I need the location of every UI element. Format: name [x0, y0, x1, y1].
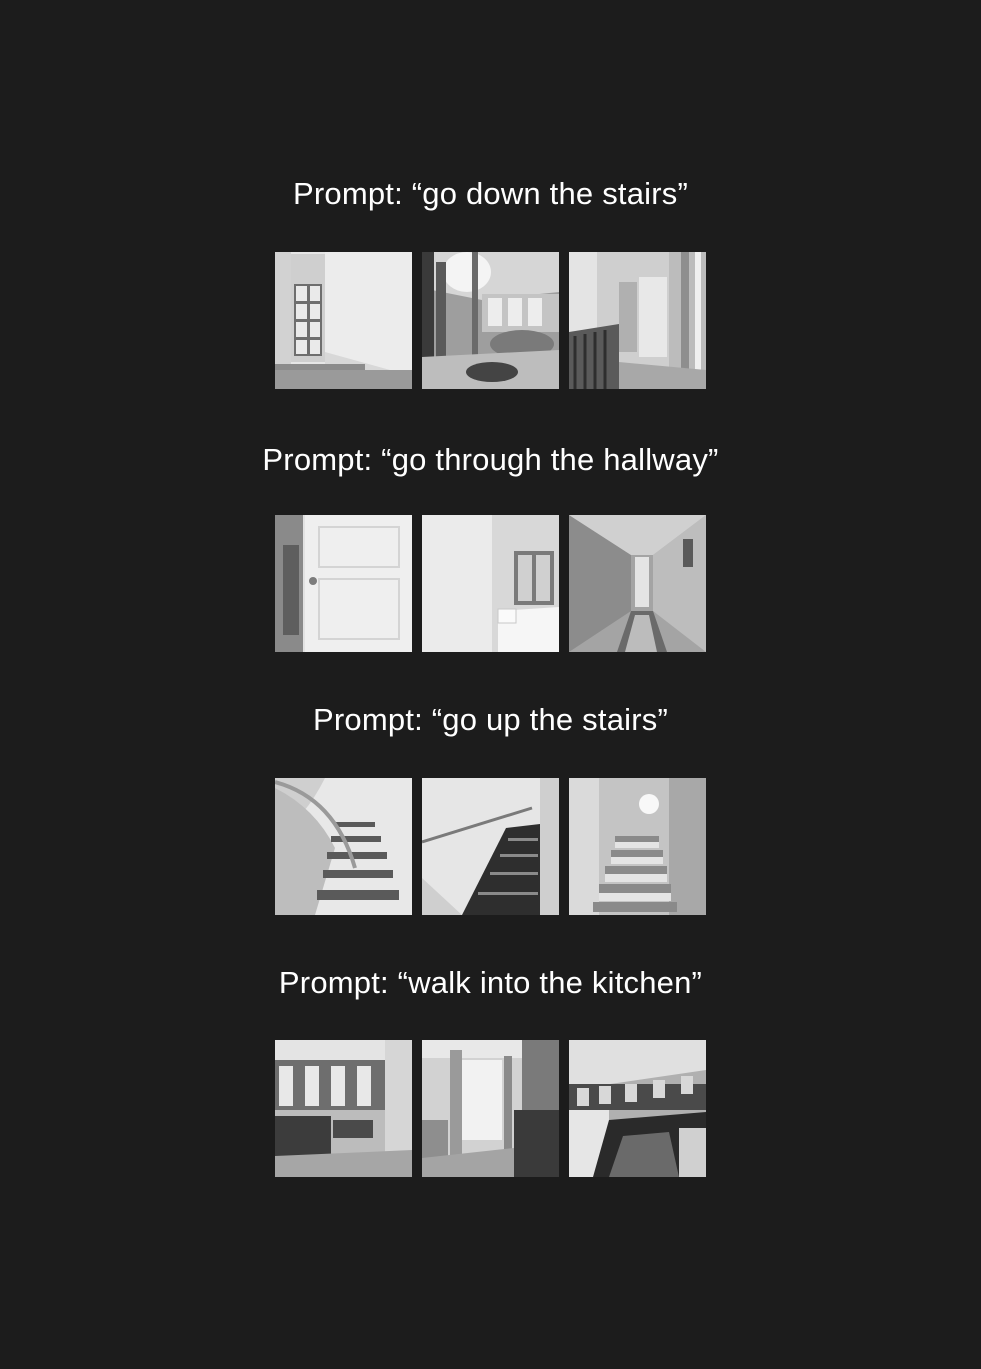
bright-staircase-frame [569, 778, 706, 915]
prompt-label: Prompt: “go through the hallway” [262, 442, 719, 477]
kitchen-counter-frame [569, 1040, 706, 1177]
prompt-label: Prompt: “go up the stairs” [313, 702, 668, 737]
long-corridor-frame [569, 515, 706, 652]
kitchen-doorway-frame [422, 1040, 559, 1177]
dark-staircase-frame [422, 778, 559, 915]
curved-staircase-frame [275, 778, 412, 915]
frame-row [275, 252, 707, 389]
kitchen-island-frame [275, 1040, 412, 1177]
prompt-label: Prompt: “go down the stairs” [293, 176, 688, 211]
frame-row [275, 778, 707, 915]
living-room-frame [422, 252, 559, 389]
prompt-label: Prompt: “walk into the kitchen” [278, 965, 703, 1000]
frame-row [275, 515, 707, 652]
white-door-frame [275, 515, 412, 652]
bedroom-frame [422, 515, 559, 652]
frame-row [275, 1040, 707, 1177]
landing-hallway-frame [569, 252, 706, 389]
window-stairwell-frame [275, 252, 412, 389]
